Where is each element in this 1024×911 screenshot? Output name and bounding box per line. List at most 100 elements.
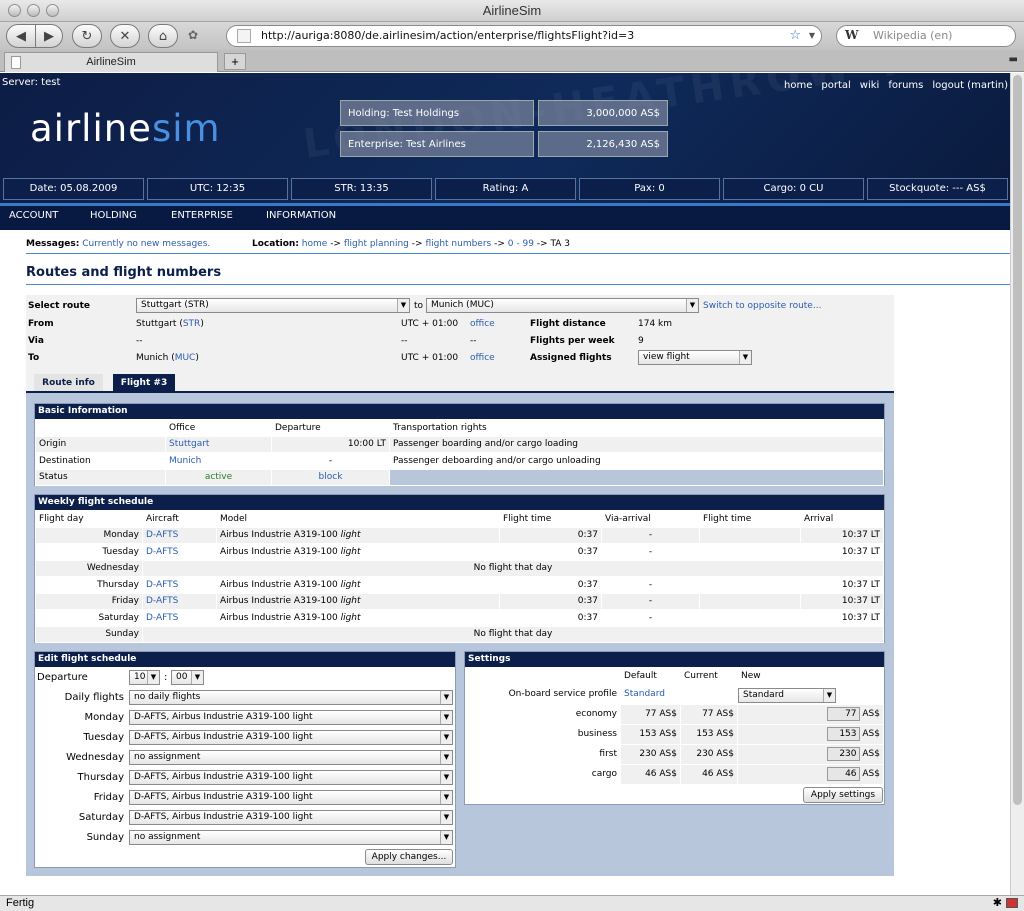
wikipedia-engine-icon[interactable]: W bbox=[845, 28, 867, 44]
new-price-input[interactable]: 153 bbox=[826, 727, 860, 741]
tab-list-icon[interactable]: ▬ bbox=[1009, 54, 1018, 65]
reload-icon: ↻ bbox=[81, 28, 93, 44]
crumb-flight-planning[interactable]: flight planning bbox=[344, 239, 409, 249]
url-bar[interactable]: http://auriga:8080/de.airlinesim/action/… bbox=[226, 25, 822, 47]
distance-value: 174 km bbox=[638, 319, 673, 329]
divider bbox=[26, 253, 1010, 254]
edit-day-select[interactable]: D-AFTS, Airbus Industrie A319-100 light ▼ bbox=[129, 710, 453, 725]
menu-information[interactable]: INFORMATION bbox=[266, 210, 336, 221]
reload-button[interactable]: ↻ bbox=[72, 24, 102, 48]
menu-holding[interactable]: HOLDING bbox=[90, 210, 137, 221]
aircraft-model: Airbus Industrie A319-100 light bbox=[216, 592, 500, 610]
settings-row: economy 77 AS$ 77 AS$ 77 AS$ bbox=[465, 703, 884, 725]
home-button[interactable]: ⌂ bbox=[148, 24, 178, 48]
messages-link[interactable]: Currently no new messages. bbox=[82, 239, 210, 249]
from-airport-link[interactable]: STR bbox=[183, 319, 200, 329]
info-local-time: STR: 13:35 bbox=[291, 178, 432, 200]
weekly-day: Sunday bbox=[35, 625, 143, 643]
flag-icon[interactable] bbox=[1006, 898, 1018, 908]
chevron-down-icon: ▼ bbox=[440, 811, 452, 824]
bookmark-star-icon[interactable]: ☆ bbox=[789, 26, 801, 46]
minimize-window-button[interactable] bbox=[27, 4, 40, 17]
weekly-row: Wednesday No flight that day bbox=[35, 559, 884, 577]
route-from-select[interactable]: Stuttgart (STR) ▼ bbox=[136, 298, 410, 313]
switch-route-link[interactable]: Switch to opposite route... bbox=[703, 301, 821, 311]
edit-day-select[interactable]: D-AFTS, Airbus Industrie A319-100 light ▼ bbox=[129, 790, 453, 805]
top-link-home[interactable]: home bbox=[784, 80, 812, 91]
crumb-home[interactable]: home bbox=[302, 239, 328, 249]
top-link-forums[interactable]: forums bbox=[888, 80, 923, 91]
zoom-window-button[interactable] bbox=[46, 4, 59, 17]
departure-label: Departure bbox=[37, 672, 88, 683]
url-history-dropdown-icon[interactable]: ▼ bbox=[809, 26, 815, 46]
top-link-logout[interactable]: logout (martin) bbox=[932, 80, 1008, 91]
to-office-link[interactable]: office bbox=[470, 353, 495, 363]
apply-settings-button[interactable]: Apply settings bbox=[803, 787, 883, 803]
menu-enterprise[interactable]: ENTERPRISE bbox=[171, 210, 233, 221]
aircraft-link[interactable]: D-AFTS bbox=[142, 543, 217, 561]
origin-office-link[interactable]: Stuttgart bbox=[165, 435, 272, 453]
aircraft-link[interactable]: D-AFTS bbox=[142, 576, 217, 594]
vertical-scrollbar[interactable] bbox=[1010, 73, 1024, 895]
basic-info-title: Basic Information bbox=[35, 404, 884, 419]
new-price-input[interactable]: 77 bbox=[826, 707, 860, 721]
chevron-down-icon: ▼ bbox=[440, 711, 452, 724]
edit-day-select[interactable]: D-AFTS, Airbus Industrie A319-100 light ▼ bbox=[129, 810, 453, 825]
weekly-header-arrival: Arrival bbox=[800, 510, 884, 528]
destination-office-link[interactable]: Munich bbox=[165, 452, 272, 470]
edit-day-select[interactable]: no assignment ▼ bbox=[129, 750, 453, 765]
search-bar[interactable]: W Wikipedia (en) bbox=[836, 25, 1016, 47]
edit-day-select[interactable]: D-AFTS, Airbus Industrie A319-100 light ▼ bbox=[129, 770, 453, 785]
flights-per-week-label: Flights per week bbox=[530, 336, 615, 346]
location-label: Location: bbox=[252, 239, 299, 249]
new-tab-button[interactable]: + bbox=[224, 53, 246, 70]
apply-changes-button[interactable]: Apply changes... bbox=[365, 849, 453, 865]
aircraft-model: Airbus Industrie A319-100 light bbox=[216, 526, 500, 544]
via-arrival: - bbox=[601, 592, 700, 610]
settings-row: cargo 46 AS$ 46 AS$ 46 AS$ bbox=[465, 763, 884, 785]
route-to-select[interactable]: Munich (MUC) ▼ bbox=[426, 298, 699, 313]
weekly-header-model: Model bbox=[216, 510, 500, 528]
scrollbar-thumb[interactable] bbox=[1013, 75, 1022, 805]
departure-minute-select[interactable]: 00 ▼ bbox=[171, 670, 204, 685]
stop-button[interactable]: ✕ bbox=[110, 24, 140, 48]
edit-day-select[interactable]: no daily flights ▼ bbox=[129, 690, 453, 705]
weekly-row: Thursday D-AFTS Airbus Industrie A319-100 … bbox=[35, 576, 884, 594]
new-price-input[interactable]: 230 bbox=[826, 747, 860, 761]
top-link-portal[interactable]: portal bbox=[821, 80, 850, 91]
info-date: Date: 05.08.2009 bbox=[3, 178, 144, 200]
via-city: -- bbox=[136, 336, 143, 346]
menu-account[interactable]: ACCOUNT bbox=[9, 210, 58, 221]
to-airport-link[interactable]: MUC bbox=[175, 353, 196, 363]
forward-button[interactable]: ▶ bbox=[35, 24, 63, 48]
block-flight-link[interactable]: block bbox=[271, 468, 390, 486]
departure-hour-select[interactable]: 10 ▼ bbox=[129, 670, 160, 685]
browser-tab[interactable]: AirlineSim bbox=[4, 52, 218, 72]
edit-day-label: Daily flights bbox=[64, 692, 124, 703]
top-link-wiki[interactable]: wiki bbox=[860, 80, 880, 91]
edit-day-label: Tuesday bbox=[83, 732, 124, 743]
site-logo[interactable]: airlinesim bbox=[30, 107, 221, 150]
holding-label[interactable]: Holding: Test Holdings bbox=[340, 100, 534, 126]
assigned-flights-select[interactable]: view flight ▼ bbox=[638, 350, 752, 365]
edit-day-select[interactable]: no assignment ▼ bbox=[129, 830, 453, 845]
aircraft-link[interactable]: D-AFTS bbox=[142, 526, 217, 544]
new-price-input[interactable]: 46 bbox=[826, 767, 860, 781]
no-flight-text: No flight that day bbox=[142, 625, 884, 643]
from-label: From bbox=[28, 319, 54, 329]
from-office-link[interactable]: office bbox=[470, 319, 495, 329]
enterprise-label[interactable]: Enterprise: Test Airlines bbox=[340, 131, 534, 157]
weekly-row: Monday D-AFTS Airbus Industrie A319-100 li… bbox=[35, 526, 884, 544]
back-button[interactable]: ◀ bbox=[6, 24, 36, 48]
crumb-range[interactable]: 0 - 99 bbox=[508, 239, 534, 249]
aircraft-link[interactable]: D-AFTS bbox=[142, 609, 217, 627]
close-window-button[interactable] bbox=[8, 4, 21, 17]
edit-day-select[interactable]: D-AFTS, Airbus Industrie A319-100 light ▼ bbox=[129, 730, 453, 745]
service-profile-default-link[interactable]: Standard bbox=[620, 683, 681, 705]
service-profile-select[interactable]: Standard ▼ bbox=[738, 687, 836, 703]
status-label: Status bbox=[35, 468, 166, 486]
crumb-flight-numbers[interactable]: flight numbers bbox=[425, 239, 491, 249]
aircraft-link[interactable]: D-AFTS bbox=[142, 592, 217, 610]
firebug-icon[interactable]: ✱ bbox=[993, 896, 1002, 911]
addons-icon[interactable]: ✿ bbox=[188, 28, 198, 42]
